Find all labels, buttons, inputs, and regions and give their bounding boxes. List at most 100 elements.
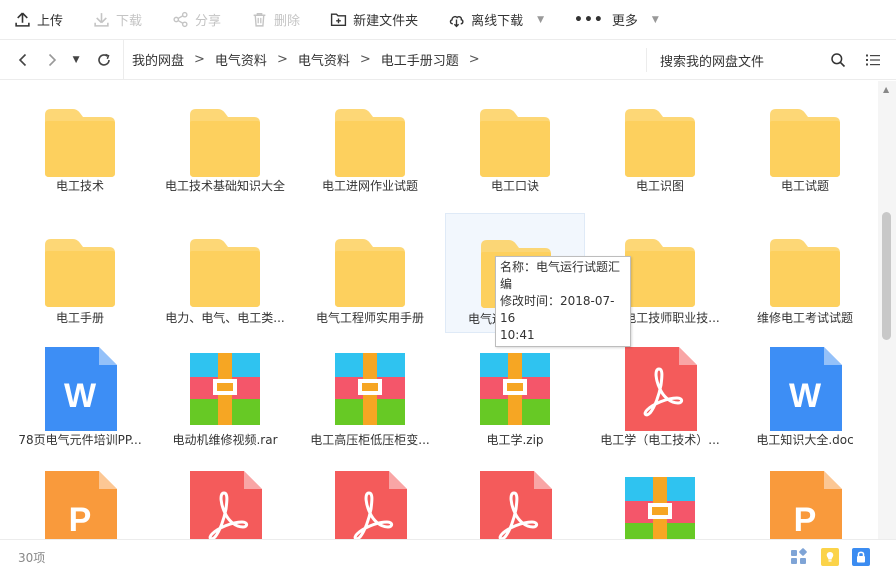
- offline-download-button[interactable]: 离线下载 ▼: [448, 0, 544, 40]
- file-item[interactable]: 电气工程师实用手册: [300, 213, 440, 333]
- folder-icon: [333, 95, 407, 179]
- download-icon: [94, 13, 109, 27]
- file-name: 电动机维修视频.rar: [172, 433, 278, 447]
- file-item[interactable]: P: [735, 459, 875, 539]
- navigation-bar: ▼ 我的网盘 > 电气资料 > 电气资料 > 电工手册习题 > 搜索我的网盘文件: [0, 39, 896, 80]
- file-name: 电工识图: [635, 179, 684, 193]
- lock-icon[interactable]: [851, 547, 871, 567]
- file-item[interactable]: W 电工知识大全.doc: [735, 335, 875, 455]
- file-item[interactable]: 电工进网作业试题: [300, 81, 440, 201]
- file-item[interactable]: [155, 459, 295, 539]
- chevron-down-icon[interactable]: ▼: [652, 15, 659, 25]
- delete-label: 删除: [274, 14, 301, 29]
- file-item[interactable]: [445, 459, 585, 539]
- status-bar: 30项: [0, 539, 896, 572]
- folder-icon: [333, 225, 407, 309]
- word-file-icon: W: [43, 347, 117, 431]
- folder-icon: [43, 225, 117, 309]
- more-button[interactable]: ••• 更多 ▼: [574, 0, 659, 40]
- file-item[interactable]: 维修电工考试试题: [735, 213, 875, 333]
- apps-icon[interactable]: [789, 547, 809, 567]
- file-item[interactable]: 电工技术基础知识大全: [155, 81, 295, 201]
- scroll-up-icon[interactable]: ▲: [883, 85, 889, 94]
- upload-icon: [15, 12, 30, 27]
- refresh-button[interactable]: [94, 49, 115, 71]
- scrollbar-thumb[interactable]: [882, 212, 891, 340]
- file-item[interactable]: [590, 459, 730, 539]
- file-item[interactable]: P: [10, 459, 150, 539]
- breadcrumb-item[interactable]: 我的网盘: [132, 50, 184, 69]
- file-name: 电工技术: [55, 179, 104, 193]
- back-button[interactable]: [12, 49, 33, 71]
- folder-icon: [768, 225, 842, 309]
- svg-text:W: W: [64, 377, 97, 415]
- new-folder-button[interactable]: 新建文件夹: [330, 0, 418, 40]
- upload-label: 上传: [37, 14, 64, 29]
- ppt-file-icon: P: [43, 471, 117, 539]
- file-name: 电气工程师实用手册: [315, 311, 424, 325]
- breadcrumb-item[interactable]: 电气资料: [298, 50, 350, 69]
- file-name: 电工学（电工技术）...: [600, 433, 720, 447]
- rar-file-icon: [478, 347, 552, 431]
- share-label: 分享: [195, 14, 222, 29]
- cloud-download-icon: [449, 15, 464, 28]
- file-item[interactable]: 电工技术: [10, 81, 150, 201]
- breadcrumb-separator: >: [194, 52, 205, 67]
- rar-file-icon: [623, 471, 697, 539]
- file-name: 电工高压柜低压柜变...: [310, 433, 430, 447]
- file-item[interactable]: 电力、电气、电工类...: [155, 213, 295, 333]
- word-file-icon: W: [768, 347, 842, 431]
- history-dropdown[interactable]: ▼: [70, 49, 82, 71]
- folder-icon: [623, 225, 697, 309]
- item-count: 30项: [18, 551, 46, 565]
- breadcrumb-separator: >: [359, 52, 371, 67]
- download-button[interactable]: 下载: [93, 0, 142, 40]
- file-item[interactable]: 电工口诀: [445, 81, 585, 201]
- share-button[interactable]: 分享: [172, 0, 221, 40]
- list-view-icon[interactable]: [866, 53, 880, 67]
- chevron-down-icon[interactable]: ▼: [537, 15, 544, 25]
- pdf-file-icon: [478, 471, 552, 539]
- file-item[interactable]: W 78页电气元件培训PP...: [10, 335, 150, 455]
- file-grid: 电工技术 电工技术基础知识大全 电工进网作业试题 电工口诀 电工识图 电工试题电工手册 电力…: [0, 81, 878, 539]
- file-name: 电工知识大全.doc: [756, 433, 854, 447]
- file-item[interactable]: 电工试题: [735, 81, 875, 201]
- scrollbar[interactable]: ▲: [878, 81, 896, 539]
- file-item[interactable]: 电工识图: [590, 81, 730, 201]
- file-item[interactable]: 电动机维修视频.rar: [155, 335, 295, 455]
- download-label: 下载: [116, 14, 143, 29]
- file-name: 电工口诀: [490, 179, 539, 193]
- search-icon[interactable]: [830, 52, 846, 68]
- delete-button[interactable]: 删除: [251, 0, 300, 40]
- upload-button[interactable]: 上传: [14, 0, 63, 40]
- file-item[interactable]: 电工学.zip: [445, 335, 585, 455]
- toolbar: 上传 下载 分享 删除 新建文件夹 离线下载 ▼ ••• 更多 ▼: [0, 0, 896, 40]
- file-item[interactable]: 电工高压柜低压柜变...: [300, 335, 440, 455]
- svg-text:P: P: [69, 501, 92, 539]
- file-item[interactable]: 电工手册: [10, 213, 150, 333]
- trash-icon: [253, 12, 266, 27]
- tooltip-modified: 修改时间：2018-07-16: [500, 294, 615, 325]
- breadcrumb-item[interactable]: 电工手册习题: [381, 50, 459, 69]
- arrow-left-icon: [18, 53, 26, 66]
- file-name: 电工学.zip: [486, 433, 544, 447]
- offline-download-label: 离线下载: [471, 14, 524, 29]
- new-folder-label: 新建文件夹: [353, 14, 419, 29]
- forward-button[interactable]: [41, 49, 62, 71]
- share-icon: [173, 11, 188, 28]
- breadcrumb-separator: >: [468, 52, 480, 67]
- folder-icon: [43, 95, 117, 179]
- ppt-file-icon: P: [768, 471, 842, 539]
- idea-icon[interactable]: [820, 547, 840, 567]
- rar-file-icon: [188, 347, 262, 431]
- file-item[interactable]: [300, 459, 440, 539]
- chevron-down-icon: ▼: [72, 54, 80, 65]
- search-box[interactable]: 搜索我的网盘文件: [646, 48, 868, 72]
- file-name: 电工试题: [780, 179, 829, 193]
- pdf-file-icon: [333, 471, 407, 539]
- file-item[interactable]: 电工学（电工技术）...: [590, 335, 730, 455]
- folder-icon: [188, 225, 262, 309]
- breadcrumb-item[interactable]: 电气资料: [215, 50, 267, 69]
- tooltip-name: 名称：电气运行试题汇编: [500, 260, 621, 291]
- search-input[interactable]: 搜索我的网盘文件: [660, 51, 830, 70]
